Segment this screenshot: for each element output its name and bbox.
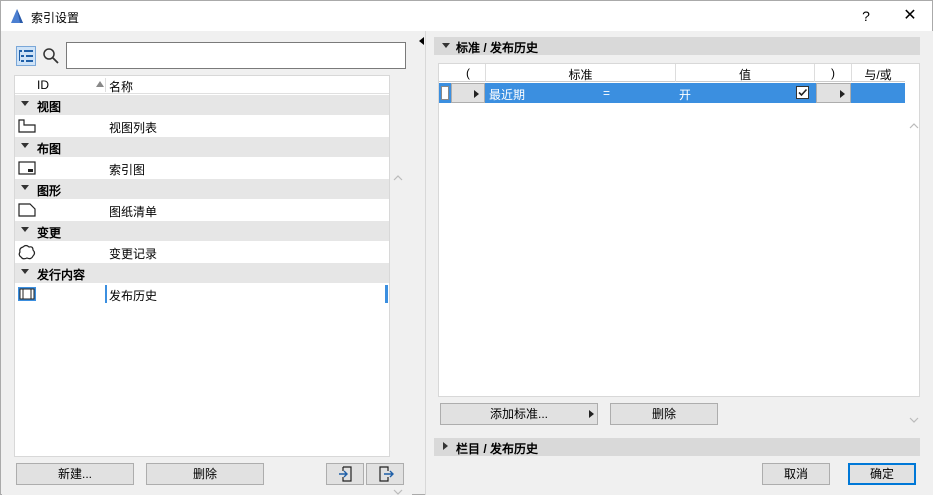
checkmark-icon [798,88,808,97]
scroll-up-icon[interactable] [909,122,919,130]
collapse-caret-icon[interactable] [21,143,29,148]
columns-section-header[interactable]: 栏目 / 发布历史 [434,438,920,456]
collapse-caret-icon[interactable] [442,43,450,48]
criterion-operator[interactable]: = [603,86,610,100]
group-label: 视图 [37,100,62,114]
dropdown-arrow-icon [840,90,845,98]
section-title: 标准 / 发布历史 [456,41,539,55]
column-divider[interactable] [105,78,106,92]
column-header-open-paren: ( [466,66,470,80]
item-name: 图纸清单 [109,205,158,219]
collapse-caret-icon[interactable] [21,269,29,274]
group-row-layouts[interactable]: 布图 [15,137,389,157]
window-title: 索引设置 [31,11,80,25]
dropdown-arrow-icon [589,410,594,418]
group-label: 图形 [37,184,62,198]
tree-view-icon [19,50,33,62]
export-icon [379,466,394,482]
publish-history-icon [18,287,36,301]
drag-handle-icon[interactable] [441,86,449,100]
group-row-views[interactable]: 视图 [15,95,389,115]
criterion-value[interactable]: 开 [679,86,691,103]
import-button[interactable] [326,463,364,485]
item-name: 视图列表 [109,121,158,135]
section-title: 栏目 / 发布历史 [456,442,539,456]
sort-ascending-icon[interactable] [95,79,105,89]
add-criterion-label: 添加标准... [489,407,548,421]
drawing-sheet-icon [18,203,36,217]
open-paren-selector[interactable] [451,83,485,103]
column-header-and-or: 与/或 [864,68,892,82]
close-button[interactable]: ✕ [895,6,925,26]
index-tree-list[interactable]: ID 名称 视图 视图列表 布图 索引图 图形 图纸清单 变更 变更记录 发行内… [14,75,403,495]
settings-panel: 标准 / 发布历史 ( 标准 值 ) 与/或 最近期 = 开 添加标准... 删… [426,31,933,495]
expand-caret-icon[interactable] [443,442,448,450]
index-settings-dialog: 索引设置 ? ✕ ID 名称 视图 视图列表 布图 索引图 图形 图纸清单 变更… [0,0,933,495]
delete-button[interactable]: 删除 [146,463,264,485]
ok-button[interactable]: 确定 [848,463,916,485]
item-name: 发布历史 [109,289,158,303]
scroll-up-icon[interactable] [393,174,403,182]
list-item-index-layout[interactable]: 索引图 [15,157,389,179]
item-name: 索引图 [109,163,146,177]
archicad-app-icon [11,9,23,23]
group-label: 变更 [37,226,62,240]
group-row-drawings[interactable]: 图形 [15,179,389,199]
column-header-name[interactable]: 名称 [109,78,133,95]
search-input[interactable] [66,42,406,69]
column-header-id[interactable]: ID [37,78,49,92]
group-label: 发行内容 [37,268,86,282]
scroll-down-icon[interactable] [909,416,919,424]
close-paren-selector[interactable] [816,83,851,103]
criteria-row[interactable]: 最近期 = 开 [439,83,905,103]
criteria-table-header: ( 标准 值 ) 与/或 [439,64,905,82]
dropdown-arrow-icon [474,90,479,98]
search-icon [43,48,59,64]
add-criterion-button[interactable]: 添加标准... [440,403,598,425]
column-header-close-paren: ) [831,66,835,80]
list-rows: 视图 视图列表 布图 索引图 图形 图纸清单 变更 变更记录 发行内容 发布历史 [15,95,389,305]
collapse-caret-icon[interactable] [21,227,29,232]
list-item-drawing-list[interactable]: 图纸清单 [15,199,389,221]
group-label: 布图 [37,142,62,156]
revision-cloud-icon [18,244,36,260]
list-header: ID 名称 [15,76,389,94]
group-row-revisions[interactable]: 变更 [15,221,389,241]
index-layout-icon [18,161,36,175]
cancel-button[interactable]: 取消 [762,463,830,485]
collapse-caret-icon[interactable] [21,185,29,190]
index-list-panel: ID 名称 视图 视图列表 布图 索引图 图形 图纸清单 变更 变更记录 发行内… [2,31,412,495]
column-header-criterion: 标准 [568,68,593,82]
list-item-publish-history[interactable]: 发布历史 [15,283,389,305]
value-checkbox[interactable] [796,86,809,99]
view-list-icon [18,119,36,133]
column-header-value: 值 [738,68,751,82]
delete-criterion-button[interactable]: 删除 [610,403,718,425]
collapse-caret-icon[interactable] [21,101,29,106]
selection-marker [385,285,388,303]
tree-view-toggle[interactable] [16,46,36,66]
item-name: 变更记录 [109,247,158,261]
criteria-section-header[interactable]: 标准 / 发布历史 [434,37,920,55]
collapse-panel-arrow-icon[interactable] [419,37,424,45]
export-button[interactable] [366,463,404,485]
criteria-table[interactable]: ( 标准 值 ) 与/或 最近期 = 开 [438,63,920,423]
list-item-revision-log[interactable]: 变更记录 [15,241,389,263]
help-button[interactable]: ? [851,6,881,26]
new-button[interactable]: 新建... [16,463,134,485]
title-bar: 索引设置 ? ✕ [1,1,932,31]
selection-marker [105,285,107,303]
group-row-publish-content[interactable]: 发行内容 [15,263,389,283]
criterion-name[interactable]: 最近期 [489,86,525,103]
list-item-view-list[interactable]: 视图列表 [15,115,389,137]
import-icon [339,466,352,482]
